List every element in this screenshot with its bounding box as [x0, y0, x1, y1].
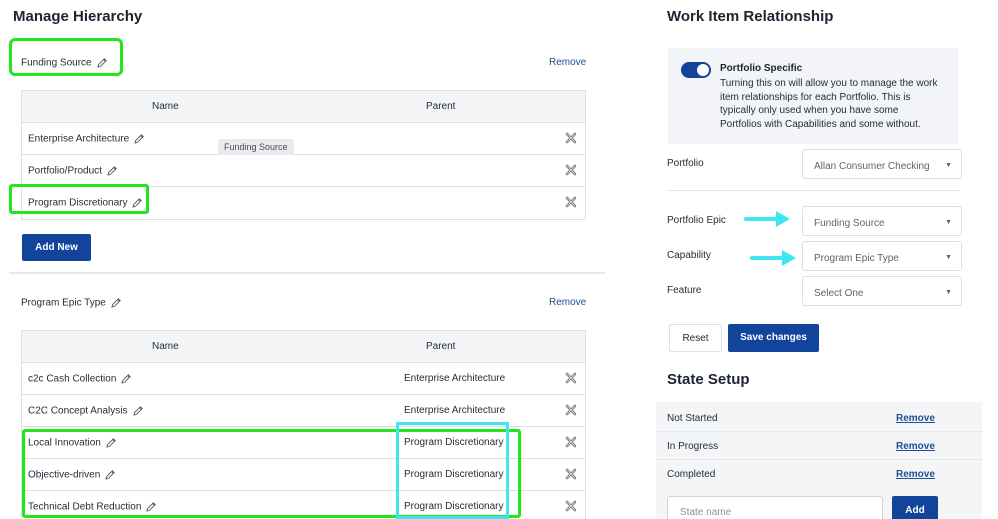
portfolio-specific-title: Portfolio Specific	[720, 63, 803, 74]
delete-row-icon[interactable]	[565, 436, 577, 448]
row-name: c2c Cash Collection	[28, 373, 132, 385]
input-placeholder: State name	[680, 507, 732, 518]
pencil-icon[interactable]	[106, 165, 118, 177]
row-name: Objective-driven	[28, 469, 116, 481]
row-name: Technical Debt Reduction	[28, 501, 157, 513]
add-state-button[interactable]: Add	[892, 496, 938, 519]
portfolio-epic-select[interactable]: Funding Source ▼	[802, 206, 962, 236]
pencil-icon[interactable]	[145, 501, 157, 513]
portfolio-specific-panel: Portfolio Specific Turning this on will …	[668, 48, 958, 144]
arrow-right-icon	[744, 211, 790, 227]
caret-down-icon: ▼	[945, 162, 952, 169]
funding-source-table: Name Parent Enterprise Architecture Port…	[21, 90, 586, 220]
state-name: Completed	[667, 469, 716, 480]
table-row: c2c Cash Collection Enterprise Architect…	[22, 363, 585, 395]
table-row: Local Innovation Program Discretionary	[22, 427, 585, 459]
portfolio-label: Portfolio	[667, 158, 704, 169]
remove-state-button[interactable]: Remove	[896, 441, 935, 452]
section-header-program-epic-type: Program Epic Type	[21, 297, 122, 309]
column-header-parent: Parent	[426, 101, 456, 112]
remove-state-button[interactable]: Remove	[896, 413, 935, 424]
select-value: Allan Consumer Checking	[814, 161, 930, 172]
capability-label: Capability	[667, 250, 711, 261]
column-header-name: Name	[152, 341, 179, 352]
section-header-funding-source: Funding Source	[21, 57, 108, 69]
delete-row-icon[interactable]	[565, 500, 577, 512]
divider	[667, 190, 960, 191]
row-parent: Enterprise Architecture	[404, 373, 506, 384]
state-name-input[interactable]: State name	[667, 496, 883, 519]
row-parent: Enterprise Architecture	[404, 405, 506, 416]
row-divider	[656, 431, 982, 432]
delete-row-icon[interactable]	[565, 132, 577, 144]
row-name: Program Discretionary	[28, 197, 143, 209]
state-name: In Progress	[667, 441, 719, 452]
table-row: Enterprise Architecture	[22, 123, 585, 155]
remove-section-button[interactable]: Remove	[549, 297, 586, 308]
portfolio-specific-toggle[interactable]	[681, 62, 711, 78]
remove-state-button[interactable]: Remove	[896, 469, 935, 480]
delete-row-icon[interactable]	[565, 468, 577, 480]
portfolio-epic-label: Portfolio Epic	[667, 215, 726, 226]
work-item-relationship-title: Work Item Relationship	[667, 8, 834, 25]
column-header-name: Name	[152, 101, 179, 112]
state-name: Not Started	[667, 413, 718, 424]
table-row: Technical Debt Reduction Program Discret…	[22, 491, 585, 519]
delete-row-icon[interactable]	[565, 196, 577, 208]
table-row: Program Discretionary	[22, 187, 585, 219]
arrow-right-icon	[750, 250, 796, 266]
portfolio-specific-description: Turning this on will allow you to manage…	[720, 78, 938, 130]
pencil-icon[interactable]	[105, 437, 117, 449]
capability-select[interactable]: Program Epic Type ▼	[802, 241, 962, 271]
toggle-knob	[697, 64, 709, 76]
caret-down-icon: ▼	[945, 289, 952, 296]
pencil-icon[interactable]	[96, 57, 108, 69]
row-divider	[656, 459, 982, 460]
manage-hierarchy-title: Manage Hierarchy	[13, 8, 143, 25]
row-name: Local Innovation	[28, 437, 117, 449]
delete-row-icon[interactable]	[565, 404, 577, 416]
reset-button[interactable]: Reset	[669, 324, 722, 352]
remove-section-button[interactable]: Remove	[549, 57, 586, 68]
table-row: C2C Concept Analysis Enterprise Architec…	[22, 395, 585, 427]
row-parent: Program Discretionary	[404, 437, 504, 448]
feature-label: Feature	[667, 285, 702, 296]
pencil-icon[interactable]	[132, 405, 144, 417]
portfolio-select[interactable]: Allan Consumer Checking ▼	[802, 149, 962, 179]
pencil-icon[interactable]	[120, 373, 132, 385]
feature-select[interactable]: Select One ▼	[802, 276, 962, 306]
state-setup-title: State Setup	[667, 371, 750, 388]
pencil-icon[interactable]	[110, 297, 122, 309]
pencil-icon[interactable]	[104, 469, 116, 481]
table-header: Name Parent	[22, 331, 585, 363]
table-header: Name Parent	[22, 91, 585, 123]
row-parent: Program Discretionary	[404, 501, 504, 512]
delete-row-icon[interactable]	[565, 372, 577, 384]
row-name: Enterprise Architecture	[28, 133, 145, 145]
select-value: Program Epic Type	[814, 253, 899, 264]
pencil-icon[interactable]	[131, 197, 143, 209]
column-header-parent: Parent	[426, 341, 456, 352]
delete-row-icon[interactable]	[565, 164, 577, 176]
caret-down-icon: ▼	[945, 254, 952, 261]
table-row: Portfolio/Product	[22, 155, 585, 187]
row-parent: Program Discretionary	[404, 469, 504, 480]
section-divider	[9, 272, 605, 274]
save-changes-button[interactable]: Save changes	[728, 324, 819, 352]
caret-down-icon: ▼	[945, 219, 952, 226]
section-name: Program Epic Type	[21, 297, 106, 309]
add-new-button[interactable]: Add New	[22, 234, 91, 261]
tooltip: Funding Source	[218, 139, 294, 155]
row-name: Portfolio/Product	[28, 165, 118, 177]
table-row: Objective-driven Program Discretionary	[22, 459, 585, 491]
pencil-icon[interactable]	[133, 133, 145, 145]
program-epic-type-table: Name Parent c2c Cash Collection Enterpri…	[21, 330, 586, 519]
row-name: C2C Concept Analysis	[28, 405, 144, 417]
select-value: Funding Source	[814, 218, 885, 229]
select-value: Select One	[814, 288, 864, 299]
section-name: Funding Source	[21, 57, 92, 69]
